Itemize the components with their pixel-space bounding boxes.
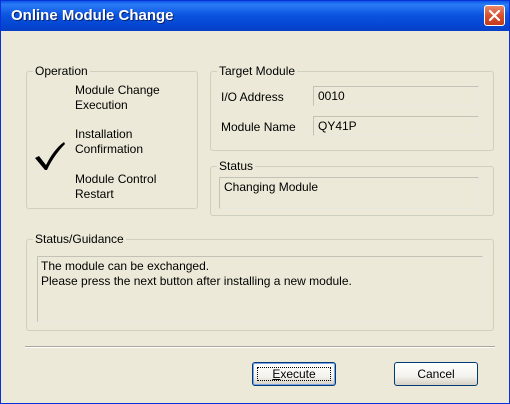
- status-group: Status Changing Module: [210, 159, 494, 216]
- step-installation-confirmation: Installation Confirmation: [75, 127, 185, 157]
- step-label-line1: Installation: [75, 127, 133, 141]
- step-module-control-restart: Module Control Restart: [75, 172, 185, 202]
- button-separator: [25, 346, 495, 348]
- target-module-group: Target Module I/O Address 0010 Module Na…: [210, 64, 494, 151]
- close-icon: [488, 9, 501, 22]
- io-address-label: I/O Address: [221, 90, 284, 104]
- step-module-change-execution: Module Change Execution: [75, 83, 185, 113]
- operation-group: Operation Module Change Execution Instal…: [26, 64, 198, 209]
- focus-rectangle: [257, 367, 331, 381]
- close-button[interactable]: [484, 5, 505, 26]
- step-label-line1: Module Control: [75, 172, 157, 186]
- execute-button[interactable]: Execute: [252, 362, 336, 386]
- title-bar[interactable]: Online Module Change: [1, 1, 509, 31]
- cancel-button[interactable]: Cancel: [394, 362, 478, 386]
- online-module-change-dialog: Online Module Change Operation Module Ch…: [0, 0, 510, 404]
- step-label-line2: Restart: [75, 187, 114, 201]
- module-name-label: Module Name: [221, 120, 296, 134]
- target-module-legend: Target Module: [217, 64, 298, 78]
- status-field: Changing Module: [219, 177, 479, 209]
- module-name-field: QY41P: [313, 116, 479, 136]
- step-label-line2: Execution: [75, 98, 128, 112]
- window-title: Online Module Change: [11, 7, 174, 24]
- step-label-line2: Confirmation: [75, 142, 144, 156]
- status-legend: Status: [217, 159, 256, 173]
- step-label-line1: Module Change: [75, 83, 160, 97]
- guidance-message-field: The module can be exchanged. Please pres…: [37, 256, 483, 322]
- guidance-line1: The module can be exchanged.: [41, 259, 210, 273]
- guidance-line2: Please press the next button after insta…: [41, 274, 352, 288]
- status-guidance-group: Status/Guidance The module can be exchan…: [26, 232, 494, 331]
- status-guidance-legend: Status/Guidance: [33, 232, 126, 246]
- operation-legend: Operation: [33, 64, 90, 78]
- io-address-field: 0010: [313, 86, 479, 106]
- checkmark-icon: [35, 142, 65, 170]
